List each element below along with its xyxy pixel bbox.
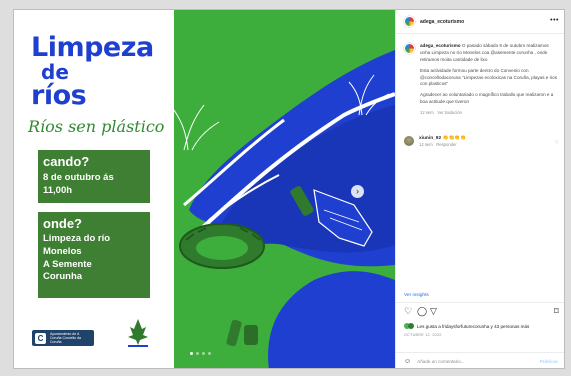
- emoji-icon[interactable]: ☺: [404, 358, 411, 365]
- where-heading: onde?: [43, 216, 82, 231]
- page-backdrop: Limpeza de ríos Ríos sen plástico cando?…: [0, 0, 571, 376]
- where-line-1: Limpeza do río: [43, 233, 111, 244]
- carousel-dot: [208, 352, 211, 355]
- comment-like-icon[interactable]: ♡: [555, 140, 559, 146]
- likes-text: Les gusta a fridaysforfuturecorunha y 43…: [417, 323, 530, 329]
- post-sidebar: adega_ecoturismo ••• adega_ecoturismo O …: [395, 10, 564, 368]
- poster-title-line-3: ríos: [31, 80, 87, 111]
- comment-bubble-icon[interactable]: ◯: [417, 307, 427, 316]
- poster-title-line-2: de: [41, 60, 69, 84]
- caption-username[interactable]: adega_ecoturismo: [420, 43, 461, 48]
- adega-logo: [128, 319, 148, 347]
- commenter-username[interactable]: xiunin_92: [419, 136, 441, 141]
- publish-button[interactable]: Publicar: [540, 359, 558, 364]
- carousel-dots: [190, 352, 211, 355]
- post-header: adega_ecoturismo •••: [396, 10, 564, 34]
- poster-title-line-1: Limpeza: [31, 32, 154, 63]
- comment-time: 12 sem: [419, 142, 433, 147]
- carousel-next-button[interactable]: ›: [351, 185, 364, 198]
- post-image[interactable]: Limpeza de ríos Ríos sen plástico cando?…: [14, 10, 395, 368]
- council-logo-text: Ayuntamiento de A Coruña Concello da Cor…: [50, 331, 81, 345]
- comment-text: 👏👏👏👏: [442, 136, 467, 141]
- where-box: onde? Limpeza do río Monelos A Semente C…: [38, 212, 150, 298]
- carousel-dot: [196, 352, 199, 355]
- add-comment-bar: ☺ Añade un comentario... Publicar: [396, 352, 564, 368]
- when-text: 8 de outubro ás 11,00h: [43, 172, 114, 196]
- post-modal: Limpeza de ríos Ríos sen plástico cando?…: [13, 9, 565, 369]
- liker-avatars: [404, 323, 415, 329]
- commenter-avatar[interactable]: [404, 136, 414, 146]
- caption-avatar[interactable]: [404, 43, 415, 54]
- poster-subtitle: Ríos sen plástico: [28, 117, 165, 136]
- tire-illustration: [179, 223, 265, 269]
- share-send-icon[interactable]: ▽: [430, 307, 437, 316]
- poster-title: Limpeza de ríos: [31, 34, 154, 109]
- like-heart-icon[interactable]: ♡: [404, 307, 412, 316]
- council-emblem-icon: C: [35, 332, 46, 344]
- comment-item: xiunin_92 👏👏👏👏 12 sem Responder: [404, 136, 560, 147]
- post-caption: adega_ecoturismo O pasado sábado 8 de ou…: [404, 43, 560, 116]
- city-council-logo: C Ayuntamiento de A Coruña Concello da C…: [32, 330, 94, 346]
- where-line-2: Monelos: [43, 245, 82, 257]
- see-translation-link[interactable]: Ver tradución: [437, 110, 462, 115]
- caption-paragraph-3: Agradecer ao voluntariado o magnífico tr…: [420, 92, 554, 105]
- carousel-dot: [202, 352, 205, 355]
- profile-avatar[interactable]: [404, 16, 415, 27]
- caption-time: 12 sem: [420, 110, 434, 116]
- when-box: cando? 8 de outubro ás 11,00h: [38, 150, 150, 203]
- reply-link[interactable]: Responder: [436, 142, 457, 147]
- where-line-4: Corunha: [43, 271, 83, 283]
- where-line-3: A Semente: [43, 258, 92, 270]
- post-date: OCTUBRE 12, 2022: [404, 333, 442, 337]
- caption-meta: 12 sem Ver tradución: [420, 110, 560, 116]
- likes-summary[interactable]: Les gusta a fridaysforfuturecorunha y 43…: [404, 323, 529, 329]
- caption-paragraph-2: Esta actividade formou parte dentro do C…: [420, 67, 558, 87]
- carousel-dot: [190, 352, 193, 355]
- comment-input[interactable]: Añade un comentario...: [417, 359, 540, 364]
- ellipsis-icon[interactable]: •••: [550, 17, 559, 24]
- view-insights-link[interactable]: Ver insights: [404, 293, 429, 298]
- comment-meta: 12 sem Responder: [419, 142, 466, 147]
- bookmark-icon[interactable]: ⌑: [554, 307, 559, 316]
- header-username[interactable]: adega_ecoturismo: [420, 19, 464, 25]
- when-heading: cando?: [43, 154, 90, 169]
